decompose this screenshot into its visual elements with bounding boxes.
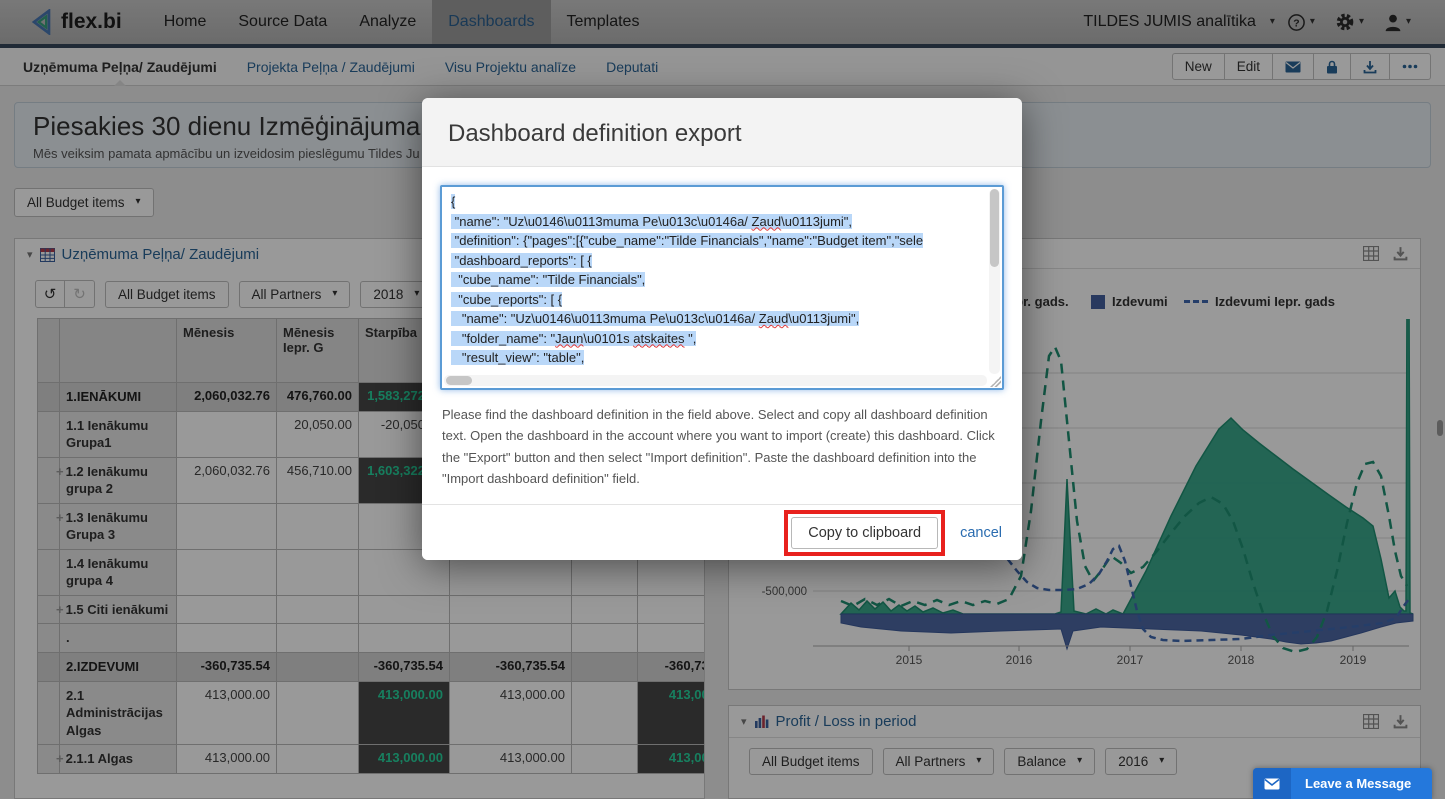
code-line: "definition": {"pages":[{"cube_name":"Ti… (451, 231, 982, 251)
code-line: "cube_reports": [ { (451, 290, 982, 310)
code-line: "name": "Uz\u0146\u0113muma Pe\u013c\u01… (451, 309, 982, 329)
chat-label: Leave a Message (1305, 776, 1411, 791)
resize-grip[interactable] (990, 376, 1001, 387)
export-modal: Dashboard definition export { "name": "U… (422, 98, 1022, 560)
scrollbar-thumb[interactable] (990, 189, 999, 267)
modal-help-text: Please find the dashboard definition in … (442, 404, 1002, 490)
code-line: "result_view": "table", (451, 348, 982, 368)
leave-message-button[interactable]: Leave a Message (1253, 768, 1432, 799)
horizontal-scrollbar[interactable] (444, 375, 987, 386)
scrollbar-thumb[interactable] (446, 376, 472, 385)
modal-title: Dashboard definition export (448, 120, 996, 148)
modal-header: Dashboard definition export (422, 98, 1022, 167)
code-line: "name": "Uz\u0146\u0113muma Pe\u013c\u01… (451, 212, 982, 232)
code-line: "dashboard_reports": [ { (451, 251, 982, 271)
cancel-link[interactable]: cancel (960, 525, 1002, 541)
code-line: "cube_name": "Tilde Financials", (451, 270, 982, 290)
chat-envelope-icon (1253, 768, 1291, 799)
vertical-scrollbar[interactable] (989, 189, 1000, 374)
copy-to-clipboard-button[interactable]: Copy to clipboard (791, 517, 938, 549)
code-line: "folder_name": "Jaun\u0101s atskaites ", (451, 329, 982, 349)
code-line: { (451, 192, 982, 212)
annotation-highlight: Copy to clipboard (784, 510, 945, 556)
modal-body: { "name": "Uz\u0146\u0113muma Pe\u013c\u… (422, 167, 1022, 490)
page: flex.bi Home Source Data Analyze Dashboa… (0, 0, 1445, 799)
definition-textarea[interactable]: { "name": "Uz\u0146\u0113muma Pe\u013c\u… (440, 185, 1004, 390)
modal-footer: Copy to clipboard cancel (422, 504, 1022, 560)
definition-code: { "name": "Uz\u0146\u0113muma Pe\u013c\u… (442, 187, 1002, 373)
